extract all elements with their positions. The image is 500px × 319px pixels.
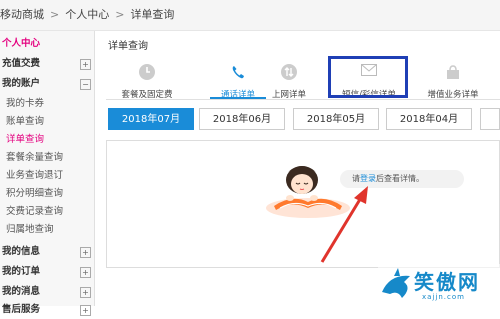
- sidebar-item-label: 个人中心: [2, 38, 41, 49]
- sidebar-item-label: 归属地查询: [6, 224, 54, 235]
- tab-value-added-details[interactable]: 增值业务详单: [414, 64, 492, 100]
- sidebar-heading[interactable]: 个人中心: [0, 35, 94, 53]
- expand-icon[interactable]: +: [80, 247, 91, 258]
- tab-data-details[interactable]: 上网详单: [250, 64, 328, 100]
- sidebar-item-my-account[interactable]: 我的账户 −: [0, 75, 94, 93]
- expand-icon[interactable]: +: [80, 267, 91, 278]
- breadcrumb-current: 详单查询: [130, 8, 175, 21]
- sidebar-item-location[interactable]: 归属地查询: [0, 221, 94, 239]
- tab-divider: [106, 99, 500, 100]
- sidebar-item-label: 我的卡券: [6, 98, 45, 109]
- sidebar-item-recharge[interactable]: 充值交费 +: [0, 55, 94, 73]
- watermark-url: xajjn.com: [422, 293, 465, 301]
- sidebar-item-my-orders[interactable]: 我的订单 +: [0, 263, 94, 281]
- sidebar-item-label: 我的订单: [2, 266, 41, 277]
- sidebar-item-points[interactable]: 积分明细查询: [0, 185, 94, 203]
- watermark-text: 笑傲网: [414, 270, 480, 294]
- sidebar-item-service-query[interactable]: 业务查询退订: [0, 167, 94, 185]
- month-button-partial[interactable]: [480, 108, 500, 130]
- month-button[interactable]: 2018年04月: [386, 108, 472, 130]
- data-arrows-icon: [281, 64, 297, 80]
- clock-icon: [139, 64, 155, 80]
- sidebar-item-my-info[interactable]: 我的信息 +: [0, 243, 94, 261]
- breadcrumb-personal-center-link[interactable]: 个人中心: [65, 0, 109, 30]
- collapse-icon[interactable]: −: [80, 79, 91, 90]
- active-tab-indicator: [210, 97, 266, 99]
- sidebar-item-label: 我的账户: [2, 78, 41, 89]
- tab-plan-fixed-fees[interactable]: 套餐及固定费: [108, 64, 186, 100]
- sidebar-item-my-cards[interactable]: 我的卡券: [0, 95, 94, 113]
- sidebar-item-my-messages[interactable]: 我的消息 +: [0, 283, 94, 301]
- bag-icon: [445, 64, 461, 80]
- expand-icon[interactable]: +: [80, 287, 91, 298]
- breadcrumb-home-link[interactable]: 移动商城: [0, 0, 44, 30]
- breadcrumb: 移动商城 > 个人中心 > 详单查询: [0, 0, 500, 31]
- watermark: 笑傲网 xajjn.com: [378, 264, 500, 306]
- breadcrumb-separator: >: [50, 8, 60, 21]
- month-button[interactable]: 2018年06月: [199, 108, 285, 130]
- highlight-box: [328, 56, 408, 98]
- sidebar: 个人中心 充值交费 + 我的账户 − 我的卡券 账单查询 详单查询 套餐余量查询 业…: [0, 31, 95, 316]
- sidebar-item-after-sales[interactable]: 售后服务 +: [0, 301, 94, 319]
- sidebar-item-label: 售后服务: [2, 304, 41, 315]
- sidebar-item-label: 充值交费: [2, 58, 41, 69]
- sidebar-item-label: 我的消息: [2, 286, 41, 297]
- expand-icon[interactable]: +: [80, 59, 91, 70]
- sidebar-item-plan-balance[interactable]: 套餐余量查询: [0, 149, 94, 167]
- annotation-arrow: [320, 186, 368, 263]
- sidebar-item-label: 套餐余量查询: [6, 152, 64, 163]
- sidebar-item-label: 积分明细查询: [6, 188, 64, 199]
- page-title: 详单查询: [108, 41, 148, 52]
- breadcrumb-separator: >: [115, 8, 125, 21]
- sidebar-item-detail-query[interactable]: 详单查询: [0, 131, 94, 149]
- sidebar-item-payment-records[interactable]: 交费记录查询: [0, 203, 94, 221]
- month-button[interactable]: 2018年05月: [293, 108, 379, 130]
- shark-logo-icon: [382, 268, 410, 298]
- expand-icon[interactable]: +: [80, 305, 91, 316]
- sidebar-item-label: 我的信息: [2, 246, 41, 257]
- sidebar-item-bill-query[interactable]: 账单查询: [0, 113, 94, 131]
- phone-icon: [230, 64, 246, 80]
- sidebar-item-label: 业务查询退订: [6, 170, 64, 181]
- sidebar-item-label: 详单查询: [6, 134, 45, 145]
- login-prompt-suffix: 后查看详情。: [376, 174, 424, 183]
- sidebar-item-label: 交费记录查询: [6, 206, 64, 217]
- sidebar-item-label: 账单查询: [6, 116, 45, 127]
- month-button[interactable]: 2018年07月: [108, 108, 194, 130]
